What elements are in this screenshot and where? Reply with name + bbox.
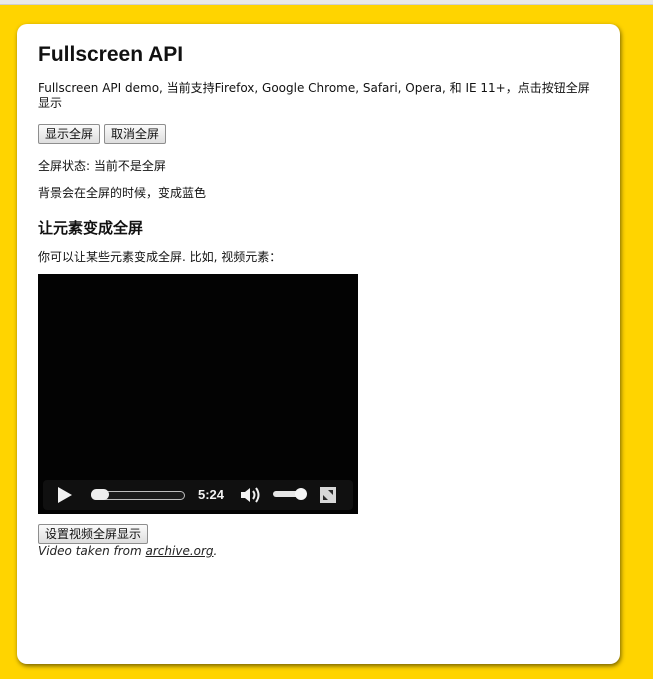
credit-prefix: Video taken from <box>38 544 146 558</box>
content-panel: Fullscreen API Fullscreen API demo, 当前支持… <box>17 24 620 664</box>
intro-text: Fullscreen API demo, 当前支持Firefox, Google… <box>38 81 590 110</box>
section-description: 你可以让某些元素变成全屏. 比如, 视频元素： <box>38 250 282 264</box>
volume-icon[interactable] <box>239 486 263 504</box>
archive-link[interactable]: archive.org <box>146 544 214 558</box>
progress-thumb[interactable] <box>91 489 109 500</box>
volume-thumb[interactable] <box>295 488 307 500</box>
fullscreen-status: 全屏状态: 当前不是全屏 <box>38 159 166 173</box>
credit-suffix: . <box>213 544 218 558</box>
duration-label: 5:24 <box>198 487 225 502</box>
play-icon[interactable] <box>58 487 72 503</box>
video-controls: 5:24 <box>43 480 353 510</box>
video-credit: Video taken from archive.org. <box>38 544 217 558</box>
video-player[interactable]: 5:24 <box>38 274 358 514</box>
browser-top-edge <box>0 0 653 5</box>
background-note: 背景会在全屏的时候，变成蓝色 <box>38 186 207 200</box>
cancel-fullscreen-button[interactable]: 取消全屏 <box>104 124 167 144</box>
page-title: Fullscreen API <box>38 43 184 66</box>
video-fullscreen-button[interactable]: 设置视频全屏显示 <box>38 524 149 544</box>
section-title: 让元素变成全屏 <box>38 219 144 237</box>
fullscreen-icon[interactable] <box>319 486 337 504</box>
show-fullscreen-button[interactable]: 显示全屏 <box>38 124 101 144</box>
fullscreen-button-row: 显示全屏 取消全屏 <box>38 124 167 144</box>
